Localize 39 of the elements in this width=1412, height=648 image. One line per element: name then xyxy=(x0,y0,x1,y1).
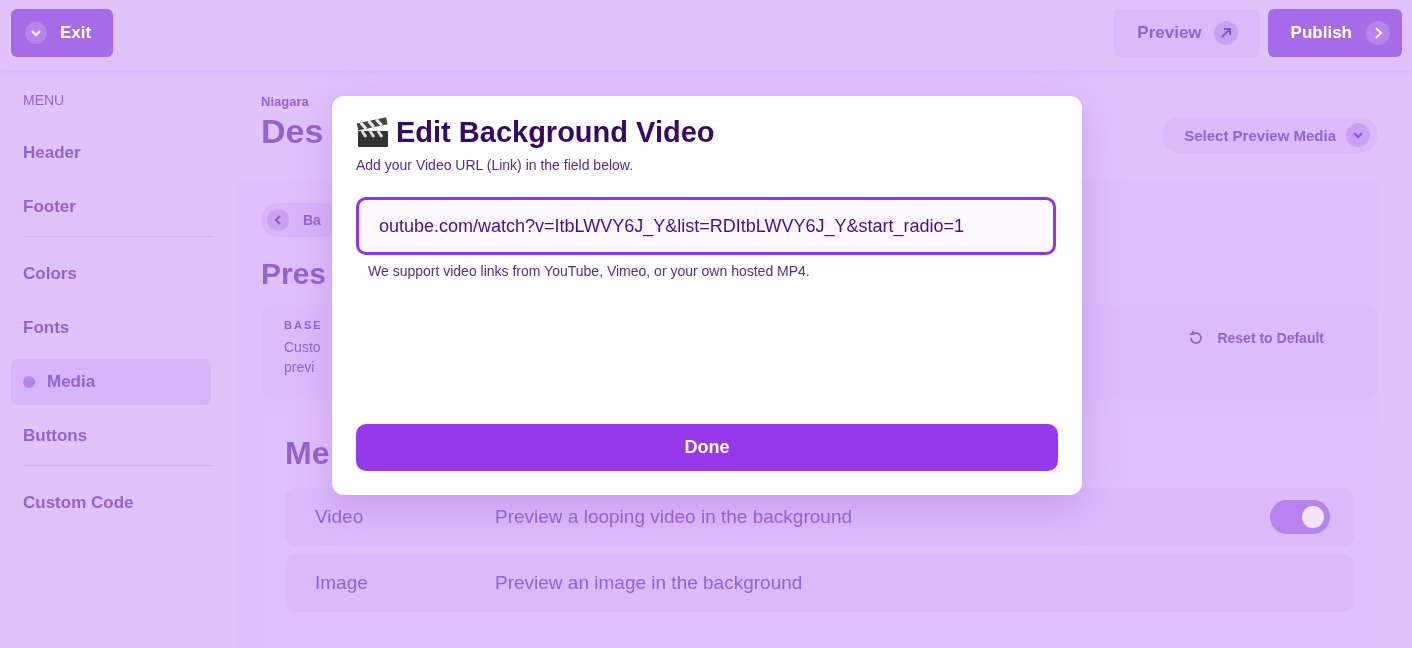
sidebar-item[interactable]: Media xyxy=(11,359,211,405)
option-row[interactable]: Image Preview an image in the background xyxy=(285,554,1354,612)
dialog-title: Edit Background Video xyxy=(396,116,715,149)
preview-button[interactable]: Preview xyxy=(1113,9,1260,57)
sidebar-item[interactable]: Colors xyxy=(11,251,211,297)
exit-button[interactable]: Exit xyxy=(11,9,113,57)
option-description: Preview an image in the background xyxy=(495,572,804,594)
option-row[interactable]: Video Preview a looping video in the background xyxy=(285,488,1354,546)
url-field[interactable]: outube.com/watch?v=ItbLWVY6J_Y&list=RDItbLWVY6J_Y&start_radio=1 xyxy=(356,197,1056,255)
field-hint: We support video links from YouTube, Vimeo, or your own hosted MP4. xyxy=(368,263,810,279)
card-label: BASE xyxy=(284,319,323,331)
select-preview-dropdown[interactable]: Select Preview Media xyxy=(1162,117,1378,153)
sidebar-item[interactable]: Footer xyxy=(11,184,211,230)
card-title: Me xyxy=(285,435,330,472)
chevron-down-icon xyxy=(1346,123,1370,147)
dialog-subtitle: Add your Video URL (Link) in the field below. xyxy=(356,157,634,173)
toggle-switch[interactable] xyxy=(1270,500,1330,534)
section-title: Pres xyxy=(261,257,327,291)
clapperboard-icon xyxy=(356,116,390,149)
option-description: Preview a looping video in the background xyxy=(495,506,853,528)
publish-button[interactable]: Publish xyxy=(1267,9,1402,57)
option-label: Video xyxy=(315,506,365,528)
card-description: previ xyxy=(284,358,315,377)
dot-icon xyxy=(23,376,35,388)
arrow-up-right-icon xyxy=(1213,21,1238,45)
sidebar-item[interactable]: Header xyxy=(11,130,211,176)
menu-heading: MENU xyxy=(22,92,66,108)
sidebar-item[interactable]: Custom Code xyxy=(11,480,211,526)
sidebar-item[interactable]: Buttons xyxy=(11,413,211,459)
chevron-right-icon xyxy=(1366,21,1390,45)
sidebar-item[interactable]: Fonts xyxy=(11,305,211,351)
chevron-down-icon xyxy=(25,22,47,44)
reset-button[interactable]: Reset to Default xyxy=(1181,323,1330,353)
option-label: Image xyxy=(315,572,369,594)
breadcrumb[interactable]: Niagara xyxy=(261,94,309,109)
page-title: Des xyxy=(261,111,324,151)
chevron-left-icon xyxy=(267,209,289,231)
card-description: Custo xyxy=(284,338,321,357)
done-button[interactable]: Done xyxy=(356,424,1058,471)
